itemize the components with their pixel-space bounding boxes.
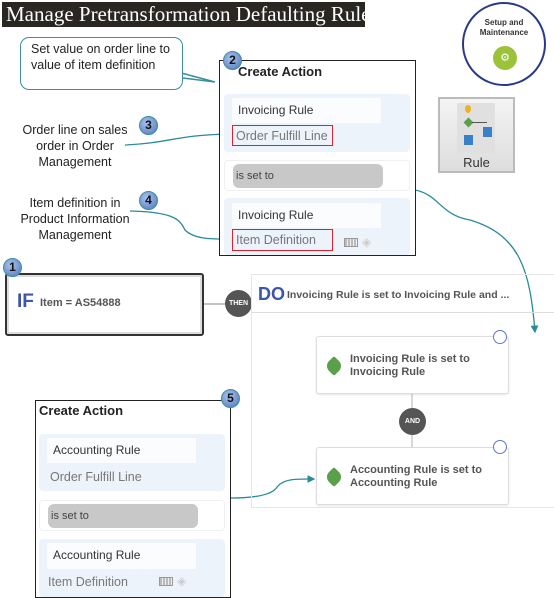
- tag-icon: [324, 356, 344, 376]
- attribute-panel: Invoicing Rule Order Fulfill Line: [224, 94, 410, 152]
- setup-maintenance-button[interactable]: Setup and Maintenance ⚙: [462, 2, 546, 86]
- step-badge-5: 5: [221, 389, 240, 408]
- callout-order-line: Order line on sales order in Order Manag…: [22, 123, 128, 169]
- add-action-handle[interactable]: [493, 440, 507, 454]
- if-condition: Item = AS54888: [40, 297, 121, 309]
- then-connector: THEN: [225, 290, 252, 317]
- do-keyword: DO: [258, 284, 285, 304]
- connector-4: [129, 210, 232, 243]
- create-action-panel-accounting: Create Action Accounting Rule Order Fulf…: [35, 400, 231, 598]
- gears-icon: ⚙: [493, 46, 517, 70]
- callout-set-value: Set value on order line to value of item…: [20, 37, 183, 90]
- and-connector: AND: [399, 408, 426, 435]
- value-panel: Accounting Rule Item Definition ◈: [39, 539, 225, 597]
- keyboard-icon[interactable]: [344, 238, 358, 247]
- value-source[interactable]: Item Definition: [45, 572, 128, 592]
- tag-icon[interactable]: ◈: [177, 575, 189, 587]
- step-badge-3: 3: [139, 116, 158, 135]
- setup-label: Setup and Maintenance: [479, 18, 529, 37]
- value-field[interactable]: Invoicing Rule: [232, 203, 381, 228]
- action-card-invoicing[interactable]: Invoicing Rule is set to Invoicing Rule: [316, 336, 509, 394]
- operator-row: is set to: [224, 160, 410, 191]
- create-action-panel-invoicing: Create Action Invoicing Rule Order Fulfi…: [219, 60, 416, 256]
- callout-item-definition: Item definition in Product Information M…: [20, 196, 130, 242]
- if-keyword: IF: [17, 291, 34, 312]
- step-badge-1: 1: [3, 258, 22, 277]
- value-field[interactable]: Accounting Rule: [47, 543, 196, 569]
- attribute-source[interactable]: Order Fulfill Line: [47, 467, 142, 487]
- operator-row: is set to: [39, 500, 225, 531]
- tag-icon: [324, 467, 344, 487]
- rule-tile-button[interactable]: Rule: [438, 97, 515, 173]
- attribute-field[interactable]: Accounting Rule: [47, 438, 196, 463]
- step-badge-2: 2: [223, 51, 242, 70]
- action-text: Accounting Rule is set to Accounting Rule: [350, 464, 483, 489]
- attribute-field[interactable]: Invoicing Rule: [232, 98, 381, 123]
- operator-select[interactable]: is set to: [233, 164, 383, 188]
- add-action-handle[interactable]: [493, 330, 507, 344]
- if-block[interactable]: IF Item = AS54888: [5, 273, 204, 336]
- keyboard-icon[interactable]: [159, 577, 173, 586]
- value-panel: Invoicing Rule Item Definition ◈: [224, 198, 410, 255]
- attribute-panel: Accounting Rule Order Fulfill Line: [39, 434, 225, 491]
- rule-flow-icon: [457, 103, 495, 153]
- rule-label: Rule: [463, 155, 490, 170]
- step-badge-4: 4: [139, 191, 158, 210]
- action-card-accounting[interactable]: Accounting Rule is set to Accounting Rule: [316, 447, 509, 505]
- create-action-title: Create Action: [39, 403, 124, 418]
- value-source[interactable]: Item Definition: [232, 229, 333, 251]
- action-text: Invoicing Rule is set to Invoicing Rule: [350, 353, 470, 378]
- connector-3: [124, 130, 232, 146]
- tag-icon[interactable]: ◈: [362, 236, 374, 248]
- operator-select[interactable]: is set to: [48, 504, 198, 528]
- create-action-title: Create Action: [238, 64, 323, 79]
- do-header[interactable]: DO Invoicing Rule is set to Invoicing Ru…: [252, 275, 554, 313]
- do-summary: Invoicing Rule is set to Invoicing Rule …: [287, 289, 510, 301]
- attribute-source[interactable]: Order Fulfill Line: [232, 125, 333, 146]
